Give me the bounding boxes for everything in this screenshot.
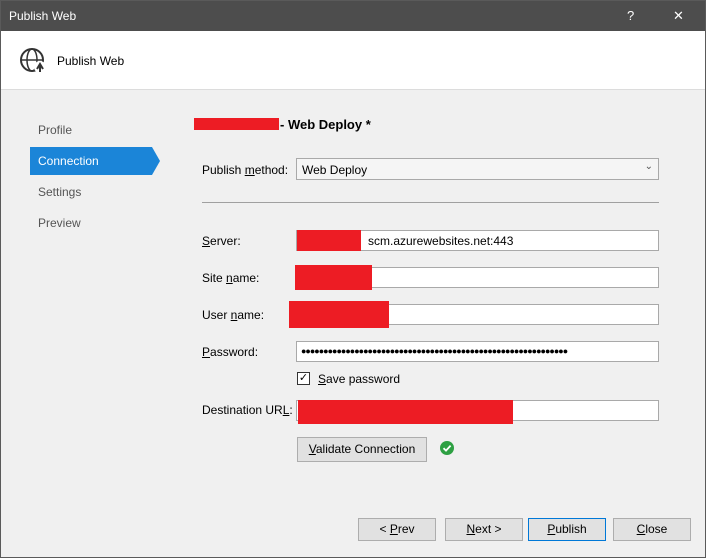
title-bar: Publish Web ? ✕ [1,1,705,31]
globe-publish-icon [20,48,46,73]
close-button[interactable]: Close [613,518,691,541]
redacted-server-prefix [297,230,361,251]
profile-title: - Web Deploy * [280,117,371,132]
window-title: Publish Web [9,9,77,23]
publish-method-value: Web Deploy [302,163,368,177]
prev-button[interactable]: < Prev [358,518,436,541]
site-name-label: Site name: [202,271,260,285]
help-button[interactable]: ? [627,8,634,23]
destination-url-label: Destination URL: [202,403,293,417]
nav-item-profile[interactable]: Profile [30,116,160,144]
redacted-destination-url [298,400,513,424]
redacted-user-name [289,301,389,328]
next-button[interactable]: Next > [445,518,523,541]
password-value: ●●●●●●●●●●●●●●●●●●●●●●●●●●●●●●●●●●●●●●●●… [301,346,568,356]
nav-item-settings[interactable]: Settings [30,178,160,206]
validate-connection-button[interactable]: Validate Connection [297,437,427,462]
password-label: Password: [202,345,259,359]
user-name-label: User name: [202,308,265,322]
chevron-down-icon: ⌄ [644,161,653,172]
publish-method-select[interactable]: Web Deploy ⌄ [296,158,659,180]
publish-web-dialog: Publish Web ? ✕ Publish Web Profile Conn… [0,0,706,558]
password-input[interactable]: ●●●●●●●●●●●●●●●●●●●●●●●●●●●●●●●●●●●●●●●●… [296,341,659,362]
dialog-header: Publish Web [1,31,705,90]
server-label: Server: [202,234,241,248]
section-divider [202,202,659,203]
redacted-profile-name [194,118,279,130]
save-password-checkbox[interactable]: ✓ [297,372,310,385]
check-success-icon [440,441,454,455]
server-value: scm.azurewebsites.net:443 [368,234,514,248]
publish-method-label: Publish method: [202,163,289,177]
close-window-button[interactable]: ✕ [673,8,684,24]
redacted-site-name [295,265,372,290]
nav-item-preview[interactable]: Preview [30,209,160,237]
header-title: Publish Web [57,54,125,68]
publish-button[interactable]: Publish [528,518,606,541]
save-password-label[interactable]: Save password [318,372,400,386]
nav-item-connection[interactable]: Connection [30,147,160,175]
